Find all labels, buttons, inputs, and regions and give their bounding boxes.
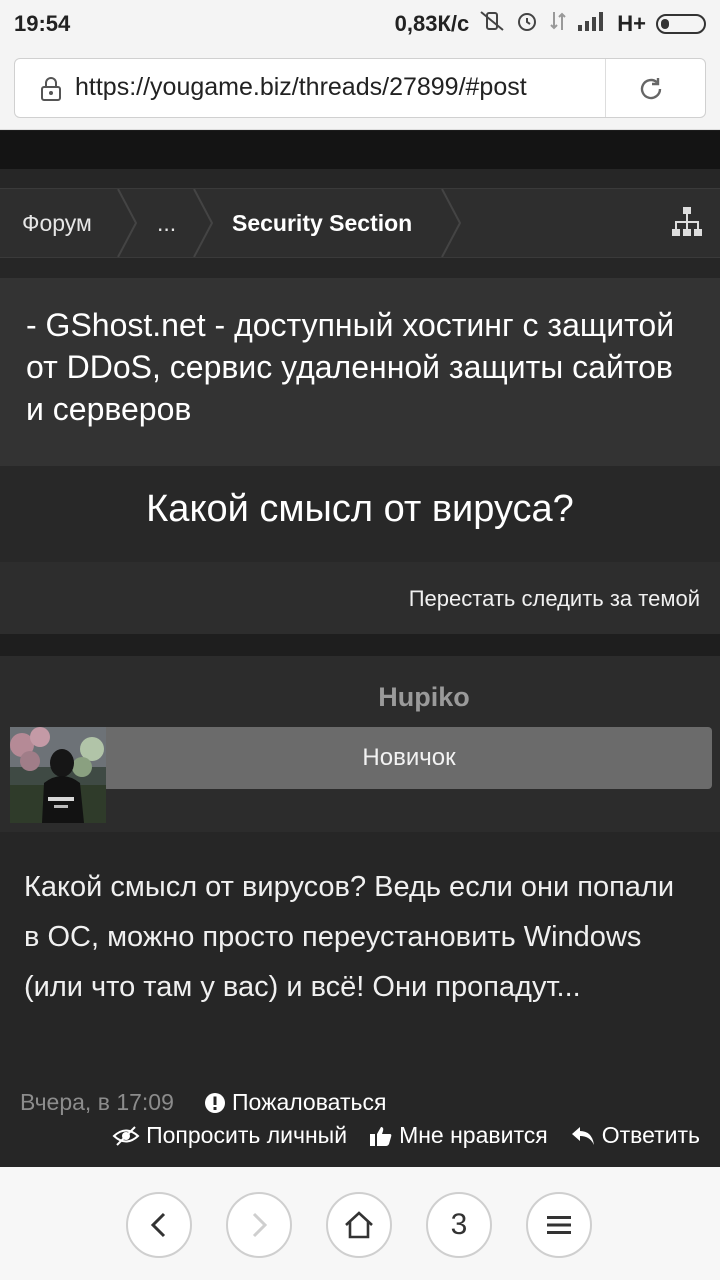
page-header-strip <box>0 131 720 169</box>
status-time: 19:54 <box>14 11 71 36</box>
thread-controls: Перестать следить за темой <box>0 562 720 634</box>
exclamation-icon <box>205 1092 225 1113</box>
vibrate-off-icon <box>479 10 505 38</box>
thread-title: Какой смысл от вируса? <box>146 488 574 530</box>
post-block: Какой смысл от вирусов? Ведь если они по… <box>0 832 720 1167</box>
chevron-right-icon <box>252 1212 268 1238</box>
thumbs-up-icon <box>370 1126 392 1146</box>
promo-banner[interactable]: - GShost.net - доступный хостинг с защит… <box>0 278 720 466</box>
reply-icon <box>571 1126 594 1145</box>
lock-icon <box>39 76 63 107</box>
forward-button[interactable] <box>226 1192 292 1258</box>
network-speed: 0,83К/с <box>394 11 470 36</box>
breadcrumb-separator <box>117 189 138 257</box>
user-role-badge: Новичок <box>106 727 712 789</box>
breadcrumb-security-section[interactable]: Security Section <box>232 189 412 257</box>
report-label: Пожаловаться <box>232 1089 387 1115</box>
hamburger-menu-icon <box>547 1216 571 1234</box>
username[interactable]: Hupiko <box>0 682 720 713</box>
like-label: Мне нравится <box>399 1122 548 1148</box>
url-divider <box>605 59 606 117</box>
address-bar[interactable]: https://yougame.biz/threads/27899/#post <box>14 58 706 118</box>
network-type: H+ <box>617 11 646 36</box>
breadcrumb-separator <box>193 189 214 257</box>
home-icon <box>345 1211 373 1239</box>
browser-bottom-nav: 3 <box>0 1167 720 1280</box>
unwatch-thread-link[interactable]: Перестать следить за темой <box>409 586 700 612</box>
battery-icon <box>656 14 706 34</box>
breadcrumb: Форум ... Security Section <box>0 188 720 258</box>
section-divider <box>0 634 720 656</box>
signal-icon <box>577 11 607 37</box>
thread-header: Какой смысл от вируса? <box>0 466 720 562</box>
post-message: Какой смысл от вирусов? Ведь если они по… <box>24 871 675 1003</box>
eye-slash-icon <box>112 1125 140 1146</box>
reply-button[interactable]: Ответить <box>570 1122 700 1149</box>
tabs-count: 3 <box>450 1208 468 1241</box>
status-bar: 19:54 0,83К/с H+ <box>0 0 720 50</box>
like-button[interactable]: Мне нравится <box>369 1122 548 1149</box>
breadcrumb-forum[interactable]: Форум <box>22 189 92 257</box>
alarm-icon <box>515 9 539 39</box>
status-icons: 0,83К/с H+ <box>395 9 706 39</box>
data-transfer-icon <box>549 9 567 39</box>
tabs-button[interactable]: 3 <box>426 1192 492 1258</box>
url-text[interactable]: https://yougame.biz/threads/27899/#post <box>75 73 593 102</box>
reload-icon[interactable] <box>637 75 665 108</box>
browser-toolbar: https://yougame.biz/threads/27899/#post <box>0 50 720 130</box>
chevron-left-icon <box>150 1212 166 1238</box>
post-actions: Попросить личный Мне нравится Ответить <box>112 1122 700 1149</box>
breadcrumb-separator <box>441 189 462 257</box>
report-link[interactable]: Пожаловаться <box>204 1089 386 1116</box>
promo-text[interactable]: - GShost.net - доступный хостинг с защит… <box>26 304 694 430</box>
menu-button[interactable] <box>526 1192 592 1258</box>
post-author-block: Hupiko Новичок <box>0 656 720 832</box>
avatar[interactable] <box>10 727 106 823</box>
post-date[interactable]: Вчера, в 17:09 <box>20 1089 174 1116</box>
back-button[interactable] <box>126 1192 192 1258</box>
home-button[interactable] <box>326 1192 392 1258</box>
request-private-label: Попросить личный <box>146 1122 348 1148</box>
reply-label: Ответить <box>601 1122 700 1148</box>
sitemap-icon[interactable] <box>670 205 704 244</box>
breadcrumb-ellipsis[interactable]: ... <box>157 189 176 257</box>
request-private-button[interactable]: Попросить личный <box>112 1122 347 1149</box>
